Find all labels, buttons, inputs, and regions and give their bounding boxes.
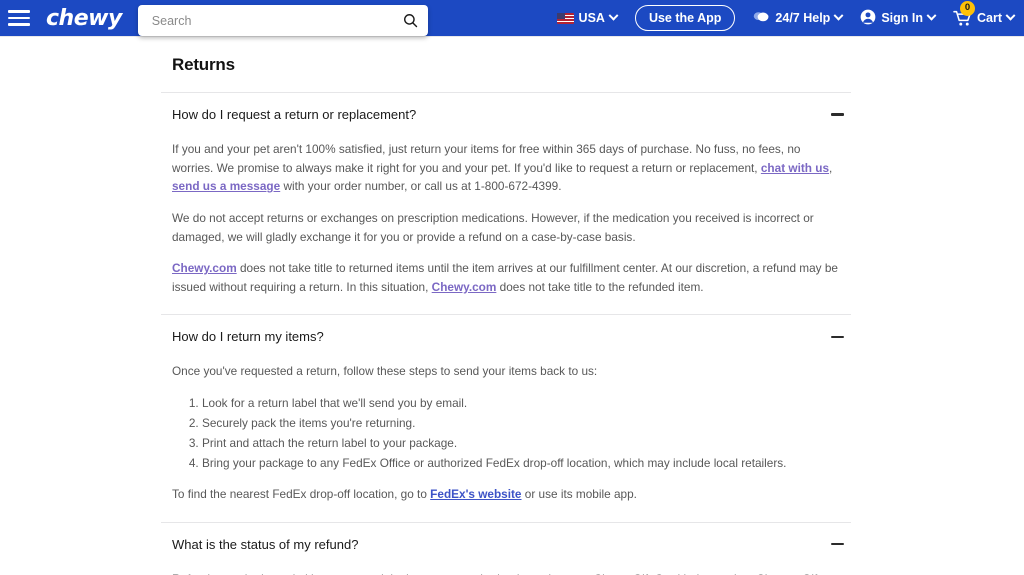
faq-item: What is the status of my refund? Refunds… [161, 523, 851, 575]
text-segment: If you and your pet aren't 100% satisfie… [172, 142, 800, 175]
faq-paragraph: We do not accept returns or exchanges on… [172, 209, 841, 246]
search-input[interactable] [150, 13, 403, 29]
site-header: chewy USA Use the App [0, 0, 1024, 36]
locale-selector[interactable]: USA [557, 11, 617, 25]
shopping-cart-icon: 0 [953, 10, 972, 27]
sign-in-menu[interactable]: Sign In [860, 9, 935, 28]
usa-flag-icon [557, 13, 574, 24]
page-title: Returns [172, 55, 851, 75]
text-segment: with your order number, or call us at 1-… [280, 179, 561, 193]
hamburger-bar [8, 23, 30, 26]
faq-answer: If you and your pet aren't 100% satisfie… [161, 136, 851, 314]
minus-icon[interactable] [831, 336, 844, 339]
chevron-down-icon [834, 10, 844, 20]
faq-item: How do I request a return or replacement… [161, 93, 851, 314]
sign-in-label: Sign In [881, 11, 923, 25]
list-item: Look for a return label that we'll send … [202, 394, 841, 413]
cart-count-badge: 0 [960, 1, 975, 16]
chat-with-us-link[interactable]: chat with us [761, 161, 829, 175]
faq-answer: Refunds may be issued either to your ori… [161, 566, 851, 575]
hamburger-menu-icon[interactable] [0, 0, 38, 36]
minus-icon[interactable] [831, 543, 844, 546]
faq-paragraph: If you and your pet aren't 100% satisfie… [172, 140, 841, 196]
list-item: Bring your package to any FedEx Office o… [202, 454, 841, 473]
chewy-com-link[interactable]: Chewy.com [432, 280, 497, 294]
chewy-logo[interactable]: chewy [46, 6, 122, 31]
text-segment: does not take title to the refunded item… [496, 280, 703, 294]
search-icon[interactable] [403, 13, 418, 28]
chevron-down-icon [1006, 10, 1016, 20]
chewy-com-link[interactable]: Chewy.com [172, 261, 237, 275]
minus-icon[interactable] [831, 113, 844, 116]
text-segment: Refunds may be issued either to your ori… [172, 572, 838, 575]
search-box[interactable] [138, 5, 428, 36]
faq-outro: To find the nearest FedEx drop-off locat… [172, 485, 841, 504]
faq-toggle-refund-status[interactable]: What is the status of my refund? [161, 523, 851, 566]
user-avatar-icon [860, 9, 876, 28]
help-menu[interactable]: 24/7 Help [753, 10, 842, 26]
faq-container: Returns How do I request a return or rep… [161, 55, 851, 575]
faq-intro: Once you've requested a return, follow t… [172, 362, 841, 381]
locale-label: USA [579, 11, 605, 25]
text-segment: , [829, 161, 832, 175]
help-label: 24/7 Help [775, 11, 830, 25]
faq-question: How do I return my items? [172, 329, 324, 344]
faq-toggle-request-return[interactable]: How do I request a return or replacement… [161, 93, 851, 136]
header-actions: USA Use the App 24/7 Help Si [557, 5, 1014, 31]
faq-question: How do I request a return or replacement… [172, 107, 416, 122]
list-item: Print and attach the return label to you… [202, 434, 841, 453]
send-us-a-message-link[interactable]: send us a message [172, 179, 280, 193]
faq-paragraph: Refunds may be issued either to your ori… [172, 570, 841, 575]
list-item: Securely pack the items you're returning… [202, 414, 841, 433]
fedex-website-link[interactable]: FedEx's website [430, 487, 521, 501]
chevron-down-icon [609, 10, 619, 20]
chevron-down-icon [927, 10, 937, 20]
use-the-app-button[interactable]: Use the App [635, 5, 735, 31]
chat-bubbles-icon [753, 10, 770, 26]
faq-answer: Once you've requested a return, follow t… [161, 358, 851, 521]
faq-toggle-return-items[interactable]: How do I return my items? [161, 315, 851, 358]
faq-item: How do I return my items? Once you've re… [161, 315, 851, 521]
page-content: Returns How do I request a return or rep… [0, 37, 1024, 575]
return-steps-list: Look for a return label that we'll send … [172, 394, 841, 473]
faq-paragraph: Chewy.com does not take title to returne… [172, 259, 841, 296]
text-segment: or use its mobile app. [522, 487, 637, 501]
text-segment: To find the nearest FedEx drop-off locat… [172, 487, 430, 501]
cart-menu[interactable]: 0 Cart [953, 10, 1014, 27]
faq-question: What is the status of my refund? [172, 537, 358, 552]
hamburger-bar [8, 10, 30, 13]
cart-label: Cart [977, 11, 1002, 25]
hamburger-bar [8, 17, 30, 20]
